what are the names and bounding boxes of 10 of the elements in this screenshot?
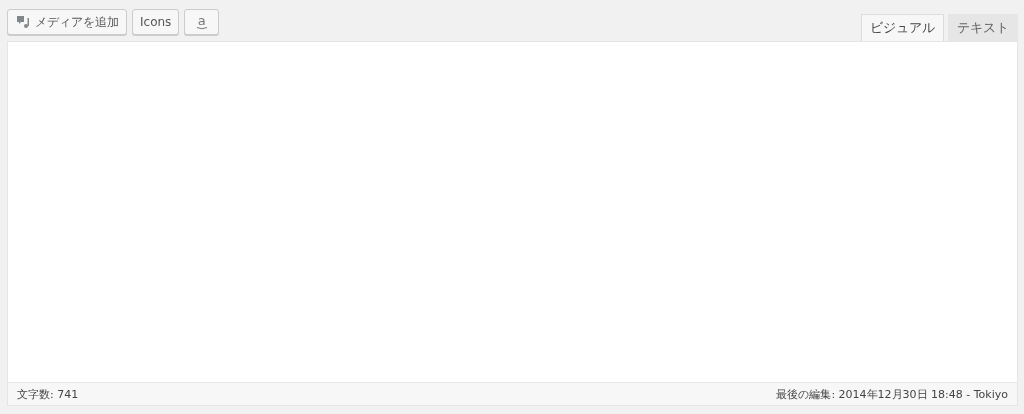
word-count: 文字数: 741 <box>17 386 79 402</box>
editor-tab[interactable]: テキスト <box>948 14 1018 41</box>
add-media-button[interactable]: メディアを追加 <box>7 9 127 35</box>
smile-icon <box>196 26 207 30</box>
editor-tab[interactable]: ビジュアル <box>861 14 944 41</box>
editor-area[interactable]: 文字数: 741 最後の編集: 2014年12月30日 18:48 - Tokiyo <box>7 41 1018 406</box>
media-icon <box>15 15 31 29</box>
last-edited: 最後の編集: 2014年12月30日 18:48 - Tokiyo <box>776 386 1008 402</box>
amazon-button[interactable]: a <box>184 9 220 35</box>
icons-button[interactable]: Icons <box>132 9 180 35</box>
